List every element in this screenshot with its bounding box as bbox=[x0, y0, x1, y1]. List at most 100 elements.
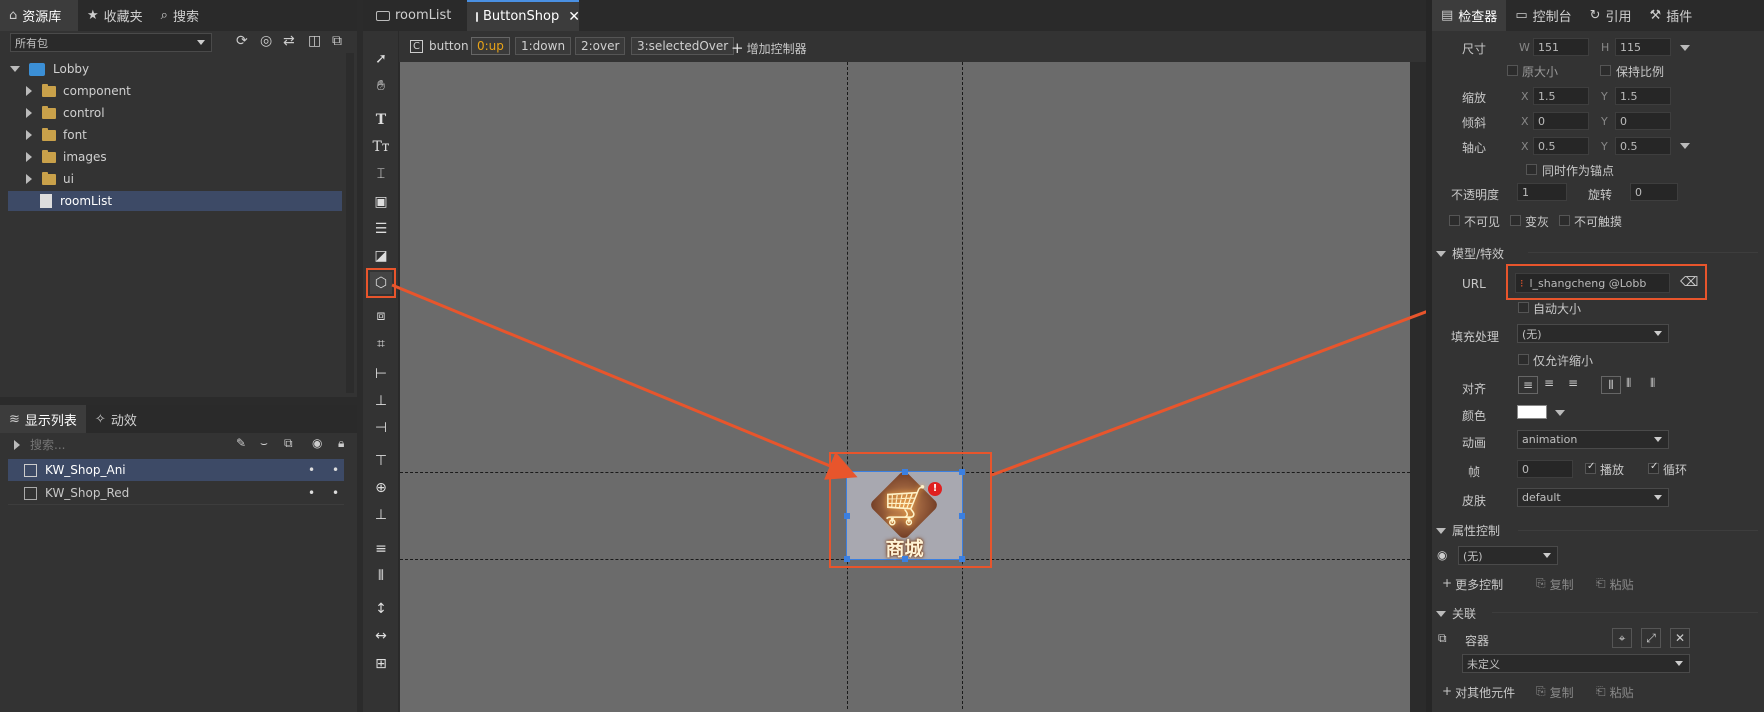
model-section-header[interactable]: 模型/特效 bbox=[1436, 245, 1504, 262]
skin-select[interactable]: default bbox=[1517, 488, 1669, 507]
tab-search[interactable]: ⌕ 搜索 bbox=[152, 0, 208, 31]
align-center-icon[interactable]: ⊥ bbox=[370, 390, 392, 412]
library-scrollbar[interactable] bbox=[346, 53, 354, 393]
edit-icon[interactable]: ✎ bbox=[236, 436, 246, 450]
property-control-header[interactable]: 属性控制 bbox=[1436, 522, 1500, 539]
text-align-left-icon[interactable]: ≡ bbox=[1518, 376, 1538, 394]
visibility-dot[interactable]: • bbox=[308, 463, 315, 477]
duplicate-icon[interactable]: ⧉ bbox=[284, 436, 293, 451]
distribute-v-icon[interactable]: ≡ bbox=[370, 538, 392, 560]
skew-y-input[interactable]: 0 bbox=[1615, 112, 1671, 130]
swap-icon[interactable]: ⇄ bbox=[283, 33, 295, 49]
display-list-item[interactable]: KW_Shop_Red • • bbox=[8, 482, 344, 504]
tree-root-lobby[interactable]: Lobby bbox=[8, 59, 342, 79]
collapse-arrow-icon[interactable] bbox=[26, 174, 32, 184]
rich-text-icon[interactable]: Tт bbox=[370, 136, 392, 158]
state-button-selectedover[interactable]: 3:selectedOver bbox=[631, 37, 735, 55]
paste-button[interactable]: ⎗ 粘贴 bbox=[1596, 684, 1634, 701]
tree-file-roomlist[interactable]: roomList bbox=[8, 191, 342, 211]
text-align-center-icon[interactable]: ≡ bbox=[1544, 376, 1554, 390]
fill-select[interactable]: (无) bbox=[1517, 324, 1669, 343]
copy-button[interactable]: ⎘ 复制 bbox=[1536, 684, 1574, 701]
tree-folder-control[interactable]: control bbox=[8, 103, 342, 123]
collapse-arrow-icon[interactable] bbox=[26, 108, 32, 118]
tab-favorites[interactable]: ★ 收藏夹 bbox=[78, 0, 152, 31]
state-button-over[interactable]: 2:over bbox=[575, 37, 626, 55]
close-tab-icon[interactable]: ✕ bbox=[568, 9, 580, 25]
height-fit-icon[interactable]: ↕ bbox=[370, 598, 392, 620]
valign-bottom-icon[interactable]: ⦀ bbox=[1650, 376, 1655, 391]
component-tool-icon[interactable]: ⧈ bbox=[370, 305, 392, 327]
lock-dot[interactable]: • bbox=[332, 463, 339, 477]
text-icon[interactable]: T bbox=[370, 109, 392, 131]
tab-transitions[interactable]: ✧ 动效 bbox=[86, 405, 146, 433]
input-text-icon[interactable]: ⌶ bbox=[370, 163, 392, 185]
refresh-icon[interactable]: ⟳ bbox=[236, 33, 248, 49]
tree-folder-component[interactable]: component bbox=[8, 81, 342, 101]
tab-plugin[interactable]: ⚒ 插件 bbox=[1641, 0, 1702, 31]
lock-dot[interactable]: • bbox=[332, 486, 339, 500]
valign-middle-icon[interactable]: ⦀ bbox=[1626, 376, 1631, 391]
collapse-arrow-icon[interactable] bbox=[26, 152, 32, 162]
pivot-y-input[interactable]: 0.5 bbox=[1615, 137, 1671, 155]
grayed-checkbox[interactable] bbox=[1510, 215, 1521, 226]
keep-ratio-checkbox[interactable] bbox=[1600, 65, 1611, 76]
valign-top-icon[interactable]: ⦀ bbox=[1601, 376, 1621, 394]
expand-icon[interactable] bbox=[10, 66, 20, 72]
hide-all-icon[interactable]: ⌣ bbox=[260, 436, 268, 451]
copy-view-icon[interactable]: ⧉ bbox=[332, 33, 342, 49]
group-icon[interactable]: ⌗ bbox=[370, 333, 392, 355]
text-align-right-icon[interactable]: ≡ bbox=[1568, 376, 1578, 390]
image-icon[interactable]: ▣ bbox=[370, 191, 392, 213]
display-list-search-input[interactable] bbox=[30, 438, 180, 452]
height-input[interactable]: 115 bbox=[1615, 38, 1671, 56]
tree-folder-font[interactable]: font bbox=[8, 125, 342, 145]
pivot-x-input[interactable]: 0.5 bbox=[1533, 137, 1589, 155]
play-checkbox[interactable] bbox=[1585, 461, 1596, 474]
align-left-icon[interactable]: ⊢ bbox=[370, 363, 392, 385]
tab-roomlist[interactable]: roomList bbox=[367, 0, 465, 31]
align-right-icon[interactable]: ⊣ bbox=[370, 417, 392, 439]
loop-checkbox[interactable] bbox=[1648, 461, 1659, 474]
lock-icon[interactable]: 🔒︎ bbox=[338, 436, 344, 451]
tab-display-list[interactable]: ≋ 显示列表 bbox=[0, 405, 86, 433]
stage-canvas[interactable]: 🛒︎ ! 商城 bbox=[400, 62, 1410, 712]
relation-header[interactable]: 关联 bbox=[1436, 605, 1476, 622]
grid-icon[interactable]: ⊞ bbox=[370, 653, 392, 675]
target-icon[interactable]: ⌖ bbox=[1612, 628, 1632, 648]
select-arrow-icon[interactable]: ➚ bbox=[370, 48, 392, 70]
paste-button[interactable]: ⎗ 粘贴 bbox=[1596, 576, 1634, 593]
copy-button[interactable]: ⎘ 复制 bbox=[1536, 576, 1574, 593]
width-input[interactable]: 151 bbox=[1533, 38, 1589, 56]
pivot-menu-icon[interactable] bbox=[1680, 143, 1690, 149]
hand-icon[interactable]: ✋︎ bbox=[370, 75, 392, 97]
state-button-down[interactable]: 1:down bbox=[515, 37, 572, 55]
graph-icon[interactable]: ◪ bbox=[370, 245, 392, 267]
locate-icon[interactable]: ◎ bbox=[260, 33, 272, 49]
eye-icon[interactable]: ◉ bbox=[312, 436, 322, 450]
untouchable-checkbox[interactable] bbox=[1559, 215, 1570, 226]
tree-folder-ui[interactable]: ui bbox=[8, 169, 342, 189]
tab-reference[interactable]: ↻ 引用 bbox=[1581, 0, 1641, 31]
frame-input[interactable]: 0 bbox=[1517, 460, 1573, 478]
tab-buttonshop[interactable]: ButtonShop ✕ bbox=[467, 0, 580, 31]
align-bottom-icon[interactable]: ⊥ bbox=[370, 504, 392, 526]
opacity-input[interactable]: 1 bbox=[1517, 183, 1567, 201]
remove-icon[interactable]: ✕ bbox=[1670, 628, 1690, 648]
tab-library[interactable]: ⌂ 资源库 bbox=[0, 0, 78, 31]
scale-x-input[interactable]: 1.5 bbox=[1533, 87, 1589, 105]
expand-icon[interactable]: ⤢ bbox=[1641, 628, 1661, 648]
visibility-dot[interactable]: • bbox=[308, 486, 315, 500]
align-middle-icon[interactable]: ⊕ bbox=[370, 477, 392, 499]
as-anchor-checkbox[interactable] bbox=[1526, 164, 1537, 175]
animation-select[interactable]: animation bbox=[1517, 430, 1669, 449]
add-controller-button[interactable]: + 增加控制器 bbox=[731, 39, 807, 57]
scale-y-input[interactable]: 1.5 bbox=[1615, 87, 1671, 105]
distribute-h-icon[interactable]: ⦀ bbox=[370, 565, 392, 587]
size-menu-icon[interactable] bbox=[1680, 45, 1690, 51]
relation-target-select[interactable]: 未定义 bbox=[1462, 654, 1690, 673]
original-size-checkbox[interactable] bbox=[1507, 65, 1518, 76]
list-icon[interactable]: ☰ bbox=[370, 218, 392, 240]
state-button-up[interactable]: 0:up bbox=[471, 37, 510, 55]
more-control-button[interactable]: + 更多控制 bbox=[1442, 576, 1503, 593]
